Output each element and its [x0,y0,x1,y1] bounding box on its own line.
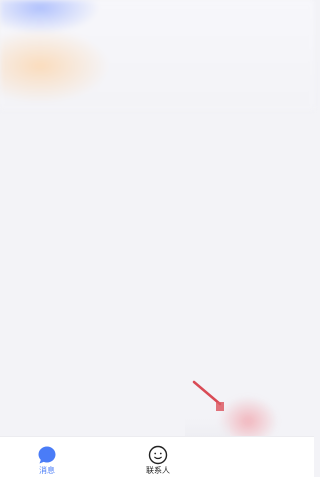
message-list-area [0,100,314,436]
blurred-header [0,0,314,110]
chat-bubble-icon [38,446,56,464]
contacts-face-icon [148,445,168,465]
bottom-tab-bar: 消息 联系人 [0,436,314,477]
tab-messages[interactable]: 消息 [17,437,77,477]
annotation-arrow-icon [192,380,222,406]
tab-contacts[interactable]: 联系人 [128,437,188,477]
tab-contacts-label: 联系人 [146,466,170,475]
annotation-marker [216,402,224,411]
tab-messages-label: 消息 [39,466,55,475]
